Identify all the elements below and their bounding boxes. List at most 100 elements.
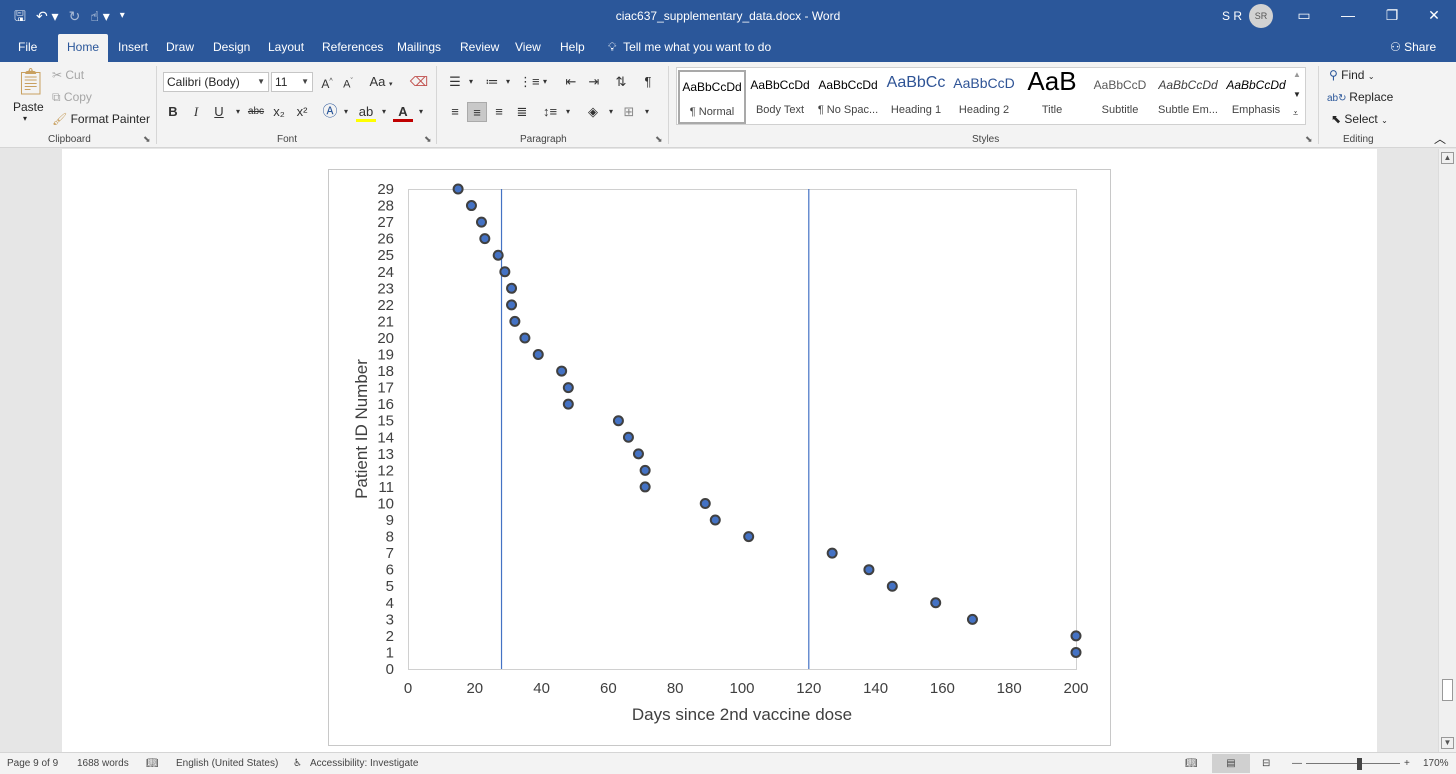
print-layout-icon[interactable]: ▤ <box>1212 754 1250 773</box>
paste-button[interactable]: Paste <box>13 100 44 114</box>
scroll-thumb[interactable] <box>1442 679 1453 701</box>
change-case-button[interactable]: Aa ▾ <box>367 72 395 92</box>
bullets-dropdown-icon[interactable]: ▾ <box>461 72 481 92</box>
style-normal[interactable]: AaBbCcDd ¶ Normal <box>678 70 746 124</box>
highlight-dropdown-icon[interactable]: ▾ <box>374 102 394 122</box>
paste-icon[interactable]: 📋︎ <box>14 66 47 97</box>
tab-layout[interactable]: Layout <box>259 34 313 62</box>
zoom-level[interactable]: 170% <box>1423 758 1449 769</box>
subscript-button[interactable]: x₂ <box>269 102 289 122</box>
paste-dropdown-icon[interactable]: ▾ <box>23 114 27 123</box>
underline-button[interactable]: U <box>209 102 229 122</box>
tab-insert[interactable]: Insert <box>109 34 157 62</box>
zoom-out-icon[interactable]: — <box>1292 758 1302 769</box>
grow-font-button[interactable]: A^ <box>317 72 337 92</box>
underline-dropdown-icon[interactable]: ▾ <box>228 102 248 122</box>
text-effects-dropdown-icon[interactable]: ▾ <box>336 102 356 122</box>
select-button[interactable]: ⬉ Select ⌄ <box>1331 112 1388 126</box>
clipboard-launcher-icon[interactable]: ⬊ <box>143 134 151 145</box>
scroll-up-icon[interactable]: ▲ <box>1441 152 1454 164</box>
superscript-button[interactable]: x² <box>292 102 312 122</box>
line-spacing-icon[interactable]: ↕≡ <box>540 102 560 122</box>
zoom-slider[interactable] <box>1306 763 1400 764</box>
font-color-dropdown-icon[interactable]: ▾ <box>411 102 431 122</box>
style-heading-1[interactable]: AaBbCc Heading 1 <box>882 70 950 124</box>
shading-dropdown-icon[interactable]: ▾ <box>601 102 621 122</box>
align-left-icon[interactable]: ≡ <box>445 102 465 122</box>
paragraph-launcher-icon[interactable]: ⬊ <box>655 134 663 145</box>
page-count[interactable]: Page 9 of 9 <box>7 758 58 769</box>
tab-view[interactable]: View <box>506 34 550 62</box>
tab-draw[interactable]: Draw <box>157 34 203 62</box>
style-no-spacing[interactable]: AaBbCcDd ¶ No Spac... <box>814 70 882 124</box>
user-initials[interactable]: S R <box>1222 9 1242 23</box>
pilcrow-icon[interactable]: ¶ <box>638 72 658 92</box>
data-point <box>475 216 487 228</box>
read-mode-icon[interactable]: 📖︎ <box>1185 758 1198 769</box>
italic-button[interactable]: I <box>186 102 206 122</box>
align-right-icon[interactable]: ≡ <box>489 102 509 122</box>
bold-button[interactable]: B <box>163 102 183 122</box>
style-subtle-emphasis[interactable]: AaBbCcDd Subtle Em... <box>1154 70 1222 124</box>
restore-icon[interactable]: ❐ <box>1370 0 1414 32</box>
justify-icon[interactable]: ≣ <box>512 102 532 122</box>
align-center-icon[interactable]: ≡ <box>467 102 487 122</box>
ribbon-display-options-icon[interactable]: ▭ <box>1282 0 1326 32</box>
style-subtitle[interactable]: AaBbCcD Subtitle <box>1086 70 1154 124</box>
document-page[interactable]: 0 1 2 3 4 5 6 7 8 9 10 11 12 13 14 15 16 17 18 19 20 21 22 23 24… <box>62 149 1377 752</box>
language[interactable]: English (United States) <box>176 758 278 769</box>
zoom-slider-thumb[interactable] <box>1357 758 1362 770</box>
styles-launcher-icon[interactable]: ⬊ <box>1305 134 1313 145</box>
tab-references[interactable]: References <box>313 34 392 62</box>
multilevel-dropdown-icon[interactable]: ▾ <box>535 72 555 92</box>
tab-home[interactable]: Home <box>58 34 109 62</box>
tab-review[interactable]: Review <box>451 34 508 62</box>
font-color-icon[interactable]: A <box>393 102 413 122</box>
sort-icon[interactable]: ⇅ <box>611 72 631 92</box>
style-heading-2[interactable]: AaBbCcD Heading 2 <box>950 70 1018 124</box>
copy-button[interactable]: ⧉ Copy <box>52 90 92 105</box>
shrink-font-button[interactable]: Aˇ <box>338 72 358 92</box>
accessibility-status[interactable]: Accessibility: Investigate <box>310 758 418 769</box>
word-count[interactable]: 1688 words <box>77 758 129 769</box>
increase-indent-icon[interactable]: ⇥ <box>584 72 604 92</box>
borders-dropdown-icon[interactable]: ▾ <box>637 102 657 122</box>
shading-icon[interactable]: ◈ <box>583 102 603 122</box>
format-painter-button[interactable]: 🖌︎ Format Painter <box>52 112 150 126</box>
avatar[interactable]: SR <box>1249 4 1273 28</box>
numbering-dropdown-icon[interactable]: ▾ <box>498 72 518 92</box>
collapse-ribbon-icon[interactable]: ︿ <box>1434 130 1446 147</box>
accessibility-icon[interactable]: ♿︎ <box>293 758 302 769</box>
highlight-icon[interactable]: ab <box>356 102 376 122</box>
font-name-field[interactable]: Calibri (Body) ▼ <box>163 72 269 92</box>
tab-design[interactable]: Design <box>204 34 259 62</box>
gallery-down-icon[interactable]: ▼ <box>1293 90 1301 99</box>
vertical-scrollbar[interactable]: ▲ ▼ <box>1438 149 1456 752</box>
style-emphasis[interactable]: AaBbCcDd Emphasis <box>1222 70 1290 124</box>
proofing-icon[interactable]: 📖︎ <box>146 758 159 769</box>
gallery-up-icon[interactable]: ▲ <box>1293 70 1301 79</box>
gallery-more-icon[interactable]: ⩡ <box>1293 108 1298 119</box>
style-title[interactable]: AaB Title <box>1018 66 1086 124</box>
style-body-text[interactable]: AaBbCcDd Body Text <box>746 70 814 124</box>
strikethrough-button[interactable]: abc <box>246 102 266 122</box>
font-size-field[interactable]: 11 ▼ <box>271 72 313 92</box>
web-layout-icon[interactable]: ⊟ <box>1262 758 1270 769</box>
tab-file[interactable]: File <box>9 34 46 62</box>
minimize-icon[interactable]: — <box>1326 0 1370 32</box>
find-button[interactable]: ⚲ Find ⌄ <box>1329 68 1375 82</box>
scroll-down-icon[interactable]: ▼ <box>1441 737 1454 749</box>
close-icon[interactable]: ✕ <box>1412 0 1456 32</box>
zoom-in-icon[interactable]: + <box>1404 758 1410 769</box>
clear-formatting-icon[interactable]: ⌫ <box>409 72 429 92</box>
cut-button[interactable]: ✂ Cut <box>52 68 84 82</box>
share-button[interactable]: ⚇ Share <box>1390 34 1436 62</box>
font-launcher-icon[interactable]: ⬊ <box>424 134 432 145</box>
replace-button[interactable]: ab↻ Replace <box>1327 90 1393 104</box>
tab-help[interactable]: Help <box>551 34 594 62</box>
borders-icon[interactable]: ⊞ <box>619 102 639 122</box>
line-spacing-dropdown-icon[interactable]: ▾ <box>558 102 578 122</box>
tab-mailings[interactable]: Mailings <box>388 34 450 62</box>
tell-me-box[interactable]: 💡︎ Tell me what you want to do <box>608 34 771 62</box>
decrease-indent-icon[interactable]: ⇤ <box>561 72 581 92</box>
